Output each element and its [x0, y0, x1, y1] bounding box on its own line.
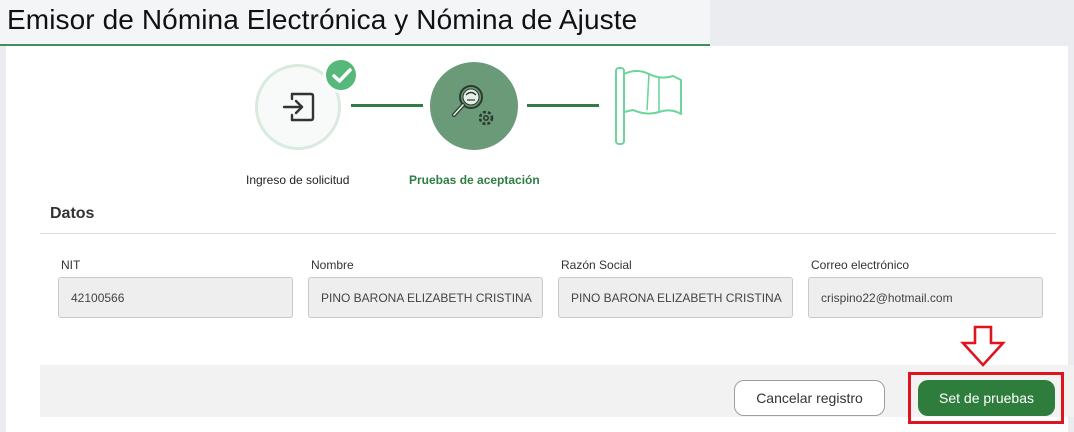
step-label-pruebas: Pruebas de aceptación	[409, 173, 540, 187]
razon-social-field[interactable]: PINO BARONA ELIZABETH CRISTINA	[558, 277, 793, 318]
page-title: Emisor de Nómina Electrónica y Nómina de…	[7, 4, 638, 35]
nit-field[interactable]: 42100566	[58, 277, 293, 318]
nombre-field[interactable]: PINO BARONA ELIZABETH CRISTINA	[308, 277, 543, 318]
section-divider	[40, 233, 1056, 234]
nombre-label: Nombre	[311, 258, 354, 272]
sign-in-icon	[282, 92, 315, 122]
nit-label: NIT	[61, 258, 81, 272]
step-connector	[351, 104, 423, 107]
completed-check-icon	[323, 57, 359, 93]
arrow-down-icon	[960, 325, 1006, 367]
step-connector	[527, 104, 599, 107]
email-field[interactable]: crispino22@hotmail.com	[808, 277, 1043, 318]
step-label-ingreso: Ingreso de solicitud	[246, 173, 350, 187]
left-gutter	[0, 46, 6, 432]
cancel-registration-button[interactable]: Cancelar registro	[734, 380, 885, 416]
page-header: Emisor de Nómina Electrónica y Nómina de…	[0, 0, 710, 46]
section-title-datos: Datos	[50, 205, 95, 222]
search-gear-icon	[452, 85, 494, 126]
test-set-button[interactable]: Set de pruebas	[918, 380, 1055, 416]
razon-social-label: Razón Social	[561, 258, 632, 272]
flag-icon	[615, 67, 682, 145]
step-pruebas-aceptacion	[430, 62, 518, 150]
email-label: Correo electrónico	[811, 258, 910, 272]
